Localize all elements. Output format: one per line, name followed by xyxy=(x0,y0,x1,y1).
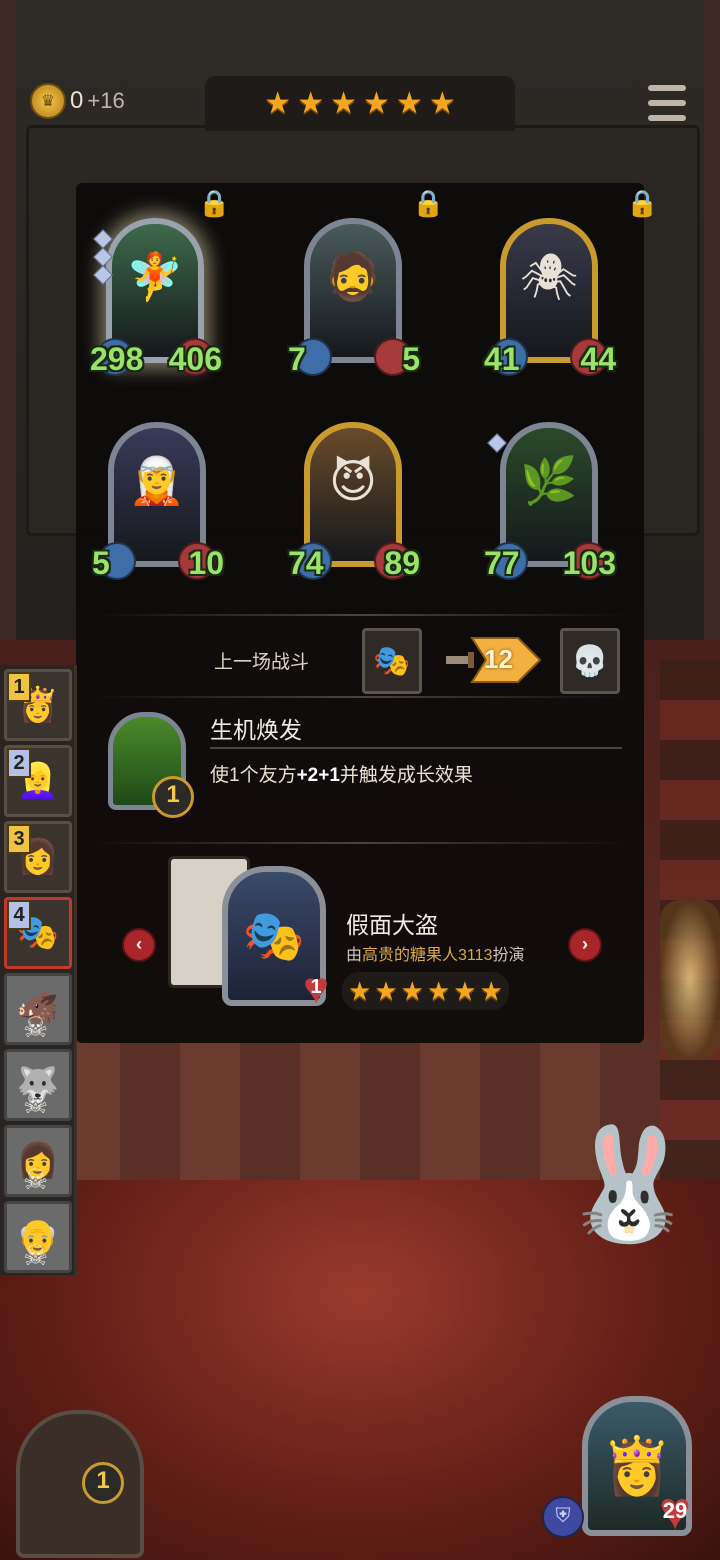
star-icon: ★ xyxy=(330,86,357,120)
played-by-suffix: 扮演 xyxy=(492,947,525,964)
chevron-left-icon[interactable]: ‹ xyxy=(122,928,156,962)
board-frame-right xyxy=(704,0,720,640)
minion-card[interactable]: 🧚 298 406 xyxy=(90,218,222,378)
gold-counter: ♛ 0 +16 xyxy=(30,83,125,119)
hero-stars: ★ ★ ★ ★ ★ ★ xyxy=(342,972,509,1010)
divider xyxy=(92,842,628,844)
player-list-item[interactable]: 👩 ☠ xyxy=(4,1125,72,1197)
board-frame-left xyxy=(0,0,16,640)
gold-value: 0 xyxy=(70,87,84,114)
player-list-item[interactable]: 👸 1 xyxy=(4,669,72,741)
star-icon: ★ xyxy=(348,976,372,1006)
star-icon: ★ xyxy=(297,86,325,120)
fairy-portrait-icon: 🧚 xyxy=(126,250,184,303)
player-list-item[interactable]: 🐺 ☠ xyxy=(4,1049,72,1121)
spell-desc-buff: +2+1 xyxy=(296,765,340,786)
star-icon: ★ xyxy=(374,976,398,1006)
elf-witch-portrait-icon: 🧝 xyxy=(128,454,186,507)
divider xyxy=(92,696,628,698)
minion-health: 89 xyxy=(384,545,420,581)
skull-icon: ☠ xyxy=(23,1164,49,1195)
spell-divider xyxy=(210,747,622,749)
rank-badge: 3 xyxy=(7,824,31,854)
skull-icon: ☠ xyxy=(23,1240,49,1271)
minion-attack: 74 xyxy=(288,545,324,581)
spell-title: 生机焕发 xyxy=(210,717,302,743)
divider xyxy=(92,614,628,616)
hero-played-by: 由高贵的糖果人3113扮演 xyxy=(346,941,524,965)
rank-badge: 4 xyxy=(7,900,31,930)
bunny-trumpet-icon[interactable]: 🐰 xyxy=(560,1130,697,1240)
last-battle-damage: 12 xyxy=(484,644,513,674)
chest-count: 1 xyxy=(82,1462,124,1504)
minion-card[interactable]: 🧝 5 10 xyxy=(92,422,224,582)
spell-desc-suffix: 并触发成长效果 xyxy=(339,765,473,786)
star-icon: ★ xyxy=(428,86,456,120)
hero-health: 1 xyxy=(310,976,322,998)
minion-card[interactable]: 🌿 77 103 xyxy=(484,422,616,582)
player-health: 29 xyxy=(662,1498,688,1523)
player-list-item[interactable]: 🎭 4 xyxy=(4,897,72,969)
spell-description: 使1个友方+2+1并触发成长效果 xyxy=(210,760,473,787)
hamburger-menu-icon[interactable] xyxy=(648,85,686,121)
minion-card[interactable]: 🕷 41 44 xyxy=(484,218,616,378)
star-icon: ★ xyxy=(264,86,292,120)
plant-creature-portrait-icon: 🌿 xyxy=(520,454,578,507)
minion-health: 44 xyxy=(580,341,616,377)
lamp-icon xyxy=(660,900,720,1060)
tavern-tier-stars: ★ ★ ★ ★ ★ ★ xyxy=(205,76,515,131)
minion-attack: 77 xyxy=(484,545,520,581)
spell-cost: 1 xyxy=(152,776,194,818)
star-icon: ★ xyxy=(426,976,451,1006)
player-list-item[interactable]: 👱‍♀️ 2 xyxy=(4,745,72,817)
star-icon: ★ xyxy=(363,86,390,120)
player-list-item[interactable]: 👴 ☠ xyxy=(4,1201,72,1273)
player-name: 高贵的糖果人 xyxy=(362,947,459,964)
last-battle-enemy-portrait[interactable]: 💀 xyxy=(560,628,620,694)
lock-icon: 🔒 xyxy=(626,188,659,218)
rank-badge: 2 xyxy=(7,748,31,778)
shield-icon[interactable]: ⛨ xyxy=(542,1496,584,1538)
spell-desc-prefix: 使1个友方 xyxy=(210,765,297,786)
last-battle-own-portrait[interactable]: 🎭 xyxy=(362,628,422,694)
lock-icon: 🔒 xyxy=(198,188,231,218)
skull-icon: ☠ xyxy=(23,1088,49,1119)
minion-card[interactable]: 😈 74 89 xyxy=(288,422,420,582)
played-by-prefix: 由 xyxy=(346,947,363,964)
mushroom-spider-portrait-icon: 🕷 xyxy=(519,250,579,303)
skull-icon: ☠ xyxy=(23,1012,49,1043)
player-ranking-list: 👸 1 👱‍♀️ 2 👩 3 🎭 4 🐗 ☠ 🐺 ☠ 👩 ☠ 👴 ☠ xyxy=(0,665,77,1275)
gold-income: +16 xyxy=(87,88,125,113)
star-icon: ★ xyxy=(395,86,423,120)
minion-attack: 298 xyxy=(90,341,144,377)
star-icon: ★ xyxy=(479,976,503,1006)
player-level: 3113 xyxy=(458,947,493,964)
lock-icon: 🔒 xyxy=(412,188,445,218)
hero-name: 假面大盗 xyxy=(346,912,438,938)
star-icon: ★ xyxy=(400,976,424,1006)
minion-attack: 41 xyxy=(484,341,520,377)
minion-health: 406 xyxy=(168,341,222,377)
minion-card[interactable]: 🧔 7 5 xyxy=(288,218,420,378)
bearded-writer-portrait-icon: 🧔 xyxy=(324,250,382,303)
minion-attack: 7 xyxy=(288,341,306,377)
chevron-right-icon[interactable]: › xyxy=(568,928,602,962)
minion-health: 103 xyxy=(562,545,616,581)
last-battle-label: 上一场战斗 xyxy=(214,652,310,673)
player-list-item[interactable]: 🐗 ☠ xyxy=(4,973,72,1045)
treasure-chest-icon[interactable] xyxy=(16,1410,144,1558)
rank-badge: 1 xyxy=(7,672,31,702)
minion-attack: 5 xyxy=(92,545,110,581)
player-list-item[interactable]: 👩 3 xyxy=(4,821,72,893)
gold-coin-icon: ♛ xyxy=(30,83,66,119)
minion-health: 10 xyxy=(188,545,224,581)
grinning-devil-portrait-icon: 😈 xyxy=(329,455,377,508)
star-icon: ★ xyxy=(453,976,477,1006)
minion-health: 5 xyxy=(402,341,420,377)
